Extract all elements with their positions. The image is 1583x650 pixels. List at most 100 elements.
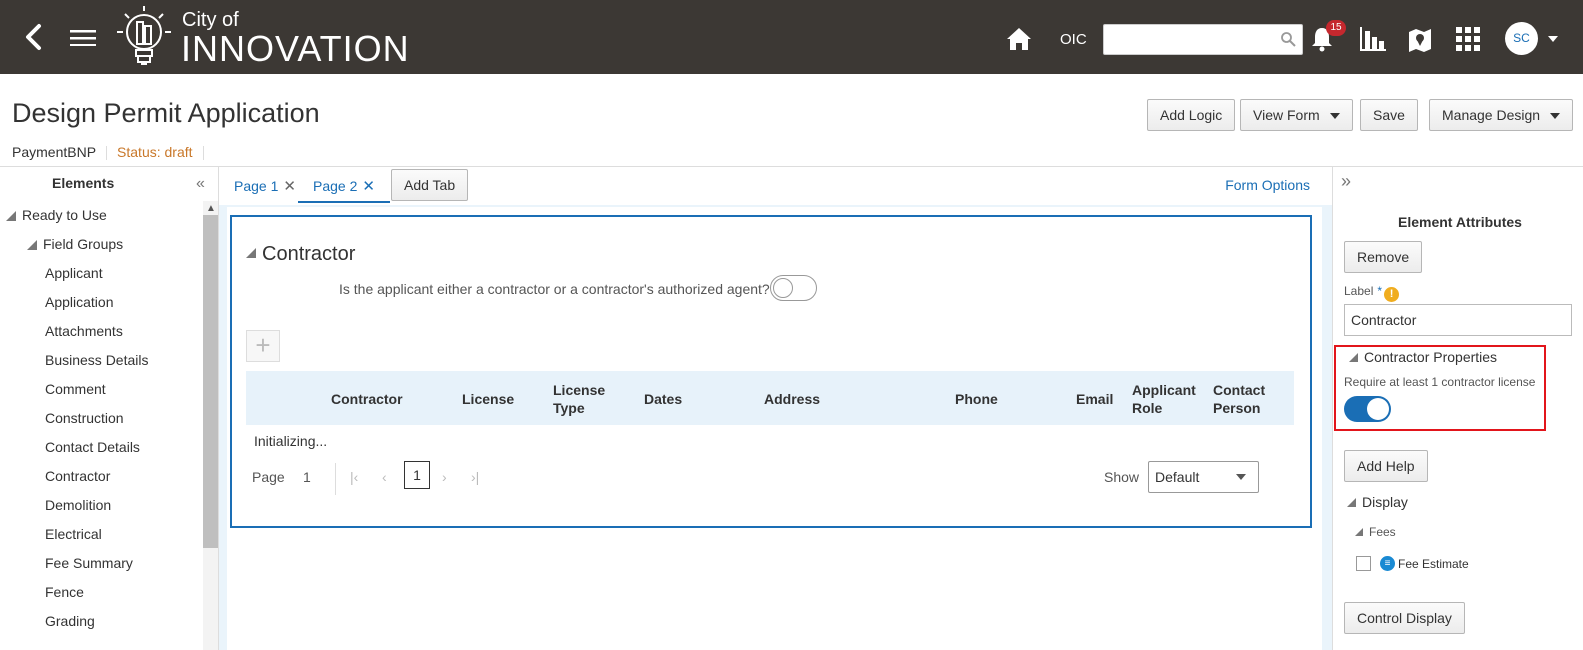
- tree-node-field-groups[interactable]: Field Groups: [0, 230, 200, 259]
- column-header[interactable]: License Type: [553, 381, 613, 417]
- save-label: Save: [1373, 107, 1405, 123]
- tab-page-2[interactable]: Page 2 ✕: [298, 175, 390, 203]
- rows-per-page-select[interactable]: Default: [1148, 461, 1259, 493]
- manage-design-button[interactable]: Manage Design: [1429, 99, 1574, 131]
- attributes-panel-title: Element Attributes: [1398, 214, 1522, 230]
- fees-header[interactable]: Fees: [1355, 525, 1396, 539]
- display-header[interactable]: Display: [1347, 494, 1408, 510]
- column-header[interactable]: Applicant Role: [1132, 381, 1202, 417]
- close-tab-icon[interactable]: ✕: [283, 178, 296, 195]
- expanded-triangle-icon[interactable]: [1347, 498, 1356, 507]
- contractor-agent-toggle[interactable]: [770, 275, 817, 301]
- elements-panel-title: Elements: [52, 175, 115, 191]
- tree-item-fee-summary[interactable]: Fee Summary: [0, 549, 200, 578]
- contractor-section[interactable]: Contractor Is the applicant either a con…: [230, 215, 1312, 528]
- elements-panel: Elements « Ready to Use Field Groups App…: [0, 167, 219, 650]
- status-label: Status: draft: [117, 144, 193, 160]
- scroll-up-icon[interactable]: ▲: [206, 203, 216, 214]
- current-page-button[interactable]: 1: [404, 461, 430, 489]
- tree-item-contact-details[interactable]: Contact Details: [0, 433, 200, 462]
- tree-item-business-details[interactable]: Business Details: [0, 346, 200, 375]
- tree-item-application[interactable]: Application: [0, 288, 200, 317]
- first-page-icon[interactable]: |‹: [350, 469, 358, 485]
- column-header[interactable]: Dates: [644, 390, 682, 408]
- last-page-icon[interactable]: ›|: [471, 469, 479, 485]
- tree-node-label: Ready to Use: [22, 207, 107, 223]
- chevron-down-icon: [1236, 474, 1246, 480]
- hamburger-menu-icon[interactable]: [70, 30, 96, 46]
- contractor-table-header: Contractor License License Type Dates Ad…: [246, 371, 1294, 425]
- user-avatar[interactable]: SC: [1505, 22, 1538, 55]
- contractor-properties-header[interactable]: Contractor Properties: [1349, 349, 1497, 365]
- page-number: 1: [303, 469, 311, 485]
- map-pin-icon[interactable]: [1408, 27, 1432, 53]
- form-code: PaymentBNP: [12, 144, 97, 160]
- tree-item-comment[interactable]: Comment: [0, 375, 200, 404]
- add-tab-button[interactable]: Add Tab: [391, 169, 469, 201]
- user-menu-chevron-down-icon[interactable]: [1548, 35, 1558, 43]
- save-button[interactable]: Save: [1360, 99, 1418, 131]
- control-display-button[interactable]: Control Display: [1344, 602, 1465, 634]
- previous-page-icon[interactable]: ‹: [382, 469, 387, 485]
- tree-item-applicant[interactable]: Applicant: [0, 259, 200, 288]
- oic-label[interactable]: OIC: [1060, 31, 1087, 48]
- chevron-down-icon: [1550, 113, 1561, 120]
- view-form-label: View Form: [1253, 107, 1320, 123]
- required-asterisk: *: [1377, 284, 1383, 298]
- label-input[interactable]: Contractor: [1344, 304, 1572, 336]
- form-options-link[interactable]: Form Options: [1225, 177, 1310, 193]
- column-header[interactable]: Contractor: [331, 390, 403, 408]
- tab-page-1[interactable]: Page 1 ✕: [234, 175, 296, 203]
- expanded-triangle-icon[interactable]: [246, 248, 256, 258]
- add-logic-label: Add Logic: [1160, 107, 1223, 123]
- form-designer-area: Page 1 ✕ Page 2 ✕ Add Tab Form Options Con…: [219, 167, 1332, 650]
- page-tabs: Page 1 ✕ Page 2 ✕ Add Tab Form Options: [219, 167, 1332, 205]
- page-title: Design Permit Application: [12, 98, 320, 128]
- fee-estimate-checkbox[interactable]: [1356, 556, 1371, 571]
- close-tab-icon[interactable]: ✕: [362, 178, 375, 195]
- bar-chart-icon[interactable]: [1360, 27, 1386, 51]
- expanded-triangle-icon[interactable]: [6, 211, 16, 221]
- section-title[interactable]: Contractor: [246, 243, 355, 266]
- tree-item-fence[interactable]: Fence: [0, 578, 200, 607]
- element-attributes-panel: » Element Attributes Remove Label *! Cont…: [1333, 167, 1583, 650]
- chevron-down-icon: [1329, 113, 1340, 120]
- add-help-label: Add Help: [1357, 458, 1415, 474]
- expand-panel-icon[interactable]: »: [1341, 171, 1351, 192]
- column-header[interactable]: License: [462, 390, 514, 408]
- tree-item-attachments[interactable]: Attachments: [0, 317, 200, 346]
- scrollbar-thumb[interactable]: [203, 215, 219, 548]
- expanded-triangle-icon[interactable]: [1355, 528, 1363, 536]
- fee-estimate-icon: ≡: [1380, 556, 1395, 571]
- tree-item-demolition[interactable]: Demolition: [0, 491, 200, 520]
- remove-button[interactable]: Remove: [1344, 241, 1423, 273]
- column-header[interactable]: Email: [1076, 390, 1113, 408]
- expanded-triangle-icon[interactable]: [27, 240, 37, 250]
- add-row-button[interactable]: +: [246, 330, 280, 362]
- collapse-panel-icon[interactable]: «: [196, 175, 205, 193]
- label-caption: Label *!: [1344, 284, 1400, 302]
- column-header[interactable]: Phone: [955, 390, 998, 408]
- apps-grid-icon[interactable]: [1456, 27, 1480, 51]
- require-license-toggle[interactable]: [1344, 396, 1391, 422]
- add-help-button[interactable]: Add Help: [1344, 450, 1428, 482]
- column-header[interactable]: Address: [764, 390, 820, 408]
- tree-item-grading[interactable]: Grading: [0, 607, 200, 636]
- tree-item-contractor[interactable]: Contractor: [0, 462, 200, 491]
- tree-item-electrical[interactable]: Electrical: [0, 520, 200, 549]
- next-page-icon[interactable]: ›: [442, 469, 447, 485]
- add-logic-button[interactable]: Add Logic: [1147, 99, 1236, 131]
- fee-estimate-label: Fee Estimate: [1398, 557, 1469, 571]
- column-header[interactable]: Contact Person: [1213, 381, 1273, 417]
- control-display-label: Control Display: [1357, 610, 1452, 626]
- add-tab-label: Add Tab: [404, 177, 456, 193]
- view-form-button[interactable]: View Form: [1240, 99, 1353, 131]
- global-search-input[interactable]: [1103, 24, 1303, 55]
- search-icon[interactable]: [1280, 31, 1296, 47]
- tree-node-ready-to-use[interactable]: Ready to Use: [0, 201, 200, 230]
- elements-scrollbar[interactable]: ▲: [203, 201, 219, 650]
- expanded-triangle-icon[interactable]: [1349, 353, 1358, 362]
- tree-item-construction[interactable]: Construction: [0, 404, 200, 433]
- home-icon[interactable]: [1006, 27, 1032, 51]
- back-arrow-icon[interactable]: [22, 22, 46, 52]
